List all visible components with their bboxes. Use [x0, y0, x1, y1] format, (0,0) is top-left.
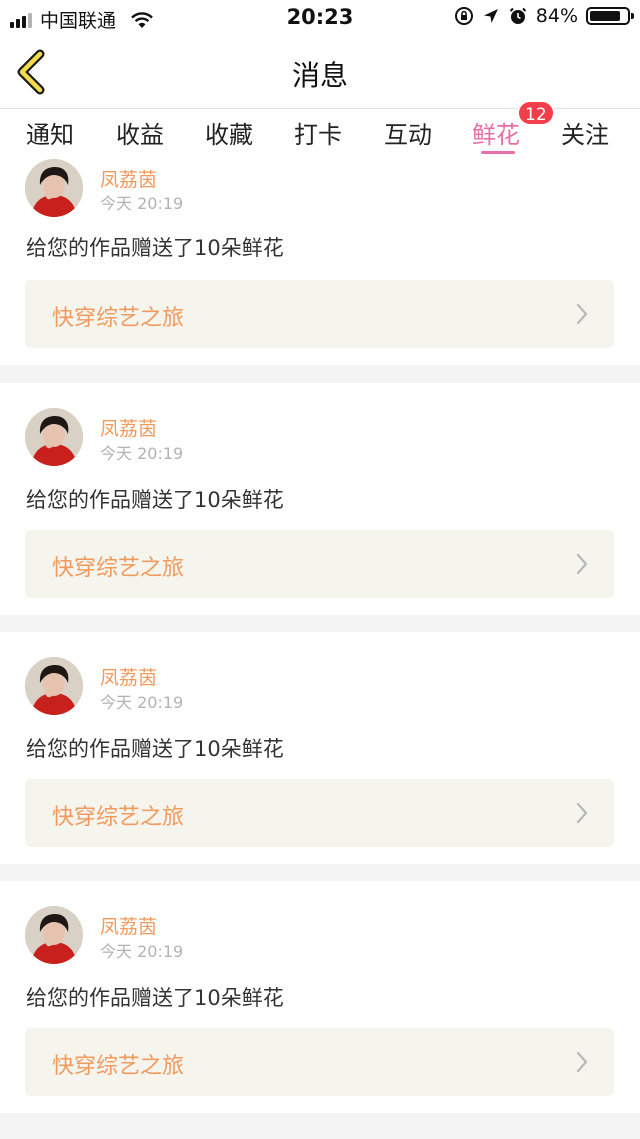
- sender-name[interactable]: 凤荔茵: [100, 912, 157, 939]
- message-time: 今天 20:19: [100, 942, 184, 961]
- back-arrow-icon: [17, 49, 45, 95]
- message-card: 凤荔茵 今天 20:19 给您的作品赠送了10朵鲜花 快穿综艺之旅: [0, 632, 640, 864]
- message-time: 今天 20:19: [100, 444, 184, 463]
- message-time: 今天 20:19: [100, 194, 184, 213]
- chevron-right-icon: [576, 802, 588, 824]
- tab-favorites[interactable]: 收藏: [205, 115, 253, 150]
- work-link[interactable]: 快穿综艺之旅: [25, 530, 614, 598]
- avatar-image: [25, 159, 83, 217]
- work-title: 快穿综艺之旅: [52, 1054, 185, 1079]
- battery-icon: [586, 7, 634, 25]
- avatar-image: [25, 408, 83, 466]
- tab-interactions[interactable]: 互动: [384, 115, 432, 150]
- battery-fill: [590, 11, 620, 21]
- message-text: 给您的作品赠送了10朵鲜花: [26, 488, 284, 512]
- unread-badge: 12: [517, 100, 555, 126]
- work-title: 快穿综艺之旅: [52, 805, 185, 830]
- message-text: 给您的作品赠送了10朵鲜花: [26, 737, 284, 761]
- avatar[interactable]: [25, 657, 83, 715]
- tab-earnings[interactable]: 收益: [116, 115, 164, 150]
- message-card: 凤荔茵 今天 20:19 给您的作品赠送了10朵鲜花 快穿综艺之旅: [0, 155, 640, 365]
- tab-notifications[interactable]: 通知: [26, 115, 74, 150]
- chevron-right-icon: [576, 303, 588, 325]
- sender-name[interactable]: 凤荔茵: [100, 165, 157, 192]
- work-title: 快穿综艺之旅: [52, 306, 185, 331]
- back-button[interactable]: [12, 48, 52, 96]
- message-card: 凤荔茵 今天 20:19 给您的作品赠送了10朵鲜花 快穿综艺之旅: [0, 881, 640, 1113]
- sender-name[interactable]: 凤荔茵: [100, 663, 157, 690]
- work-link[interactable]: 快穿综艺之旅: [25, 779, 614, 847]
- work-link[interactable]: 快穿综艺之旅: [25, 1028, 614, 1096]
- status-right: 84%: [454, 5, 634, 27]
- tab-follows[interactable]: 关注: [561, 115, 609, 150]
- screen: 中国联通 20:23 84% 消息 通知 收益 收藏 打卡 互动 鲜花 关注 1…: [0, 0, 640, 1139]
- tab-flowers[interactable]: 鲜花: [472, 115, 520, 150]
- avatar[interactable]: [25, 408, 83, 466]
- battery-percent: 84%: [535, 5, 578, 27]
- status-bar: 中国联通 20:23 84%: [0, 0, 640, 36]
- chevron-right-icon: [576, 553, 588, 575]
- alarm-icon: [509, 7, 526, 24]
- message-card: 凤荔茵 今天 20:19 给您的作品赠送了10朵鲜花 快穿综艺之旅: [0, 383, 640, 615]
- avatar[interactable]: [25, 906, 83, 964]
- work-link[interactable]: 快穿综艺之旅: [25, 280, 614, 348]
- chevron-right-icon: [576, 1051, 588, 1073]
- avatar[interactable]: [25, 159, 83, 217]
- sender-name[interactable]: 凤荔茵: [100, 414, 157, 441]
- nav-bar: 消息: [0, 36, 640, 109]
- location-icon: [483, 9, 498, 23]
- work-title: 快穿综艺之旅: [52, 556, 185, 581]
- avatar-image: [25, 906, 83, 964]
- page-title: 消息: [291, 59, 348, 92]
- message-text: 给您的作品赠送了10朵鲜花: [26, 986, 284, 1010]
- orientation-lock-icon: [454, 7, 473, 25]
- avatar-image: [25, 657, 83, 715]
- tab-checkin[interactable]: 打卡: [294, 115, 342, 150]
- message-time: 今天 20:19: [100, 693, 184, 712]
- message-text: 给您的作品赠送了10朵鲜花: [26, 236, 284, 260]
- active-tab-indicator: [481, 151, 515, 154]
